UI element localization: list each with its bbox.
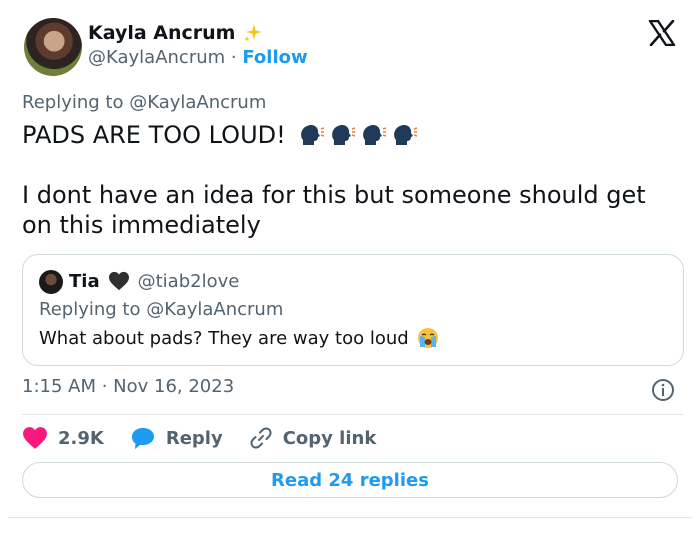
copy-link-label: Copy link bbox=[282, 427, 377, 449]
author-name[interactable]: Kayla Ancrum bbox=[88, 22, 235, 44]
tweet-card: Kayla Ancrum @KaylaAncrum · Follow Reply… bbox=[8, 0, 692, 518]
copy-link-button[interactable]: Copy link bbox=[249, 426, 377, 450]
quoted-tweet[interactable]: Tia @tiab2love Replying to @KaylaAncrum … bbox=[22, 254, 684, 366]
read-replies-button[interactable]: Read 24 replies bbox=[22, 462, 678, 498]
like-count: 2.9K bbox=[58, 427, 104, 449]
reply-button[interactable]: Reply bbox=[130, 426, 223, 450]
heart-icon bbox=[23, 427, 47, 449]
tweet-line-3: on this immediately bbox=[22, 211, 261, 239]
quote-text: What about pads? They are way too loud bbox=[39, 327, 409, 349]
quote-name-row: Tia @tiab2love bbox=[69, 267, 239, 295]
replying-to: Replying to @KaylaAncrum bbox=[22, 92, 266, 113]
reply-label: Reply bbox=[165, 427, 223, 449]
quote-replying-prefix: Replying to bbox=[39, 299, 147, 320]
quote-avatar[interactable] bbox=[39, 270, 63, 294]
like-button[interactable]: 2.9K bbox=[22, 426, 104, 450]
x-logo-icon[interactable] bbox=[648, 20, 676, 46]
replying-mention-link[interactable]: @KaylaAncrum bbox=[129, 92, 266, 113]
quote-author-name[interactable]: Tia bbox=[69, 271, 100, 292]
replying-prefix: Replying to bbox=[22, 92, 130, 113]
loudly-crying-face-icon bbox=[417, 328, 438, 348]
quote-replying-to: Replying to @KaylaAncrum bbox=[39, 299, 283, 320]
quote-replying-mention[interactable]: @KaylaAncrum bbox=[146, 299, 283, 320]
speaking-head-icon bbox=[300, 124, 324, 145]
avatar[interactable] bbox=[24, 18, 82, 76]
tweet-line-1-text: PADS ARE TOO LOUD! bbox=[22, 121, 286, 149]
sparkle-icon bbox=[244, 24, 263, 42]
quote-author-handle[interactable]: @tiab2love bbox=[138, 271, 240, 292]
black-heart-icon bbox=[108, 271, 129, 291]
handle-separator: · bbox=[225, 47, 243, 68]
quote-text-row: What about pads? They are way too loud bbox=[39, 327, 439, 349]
tweet-line-2: I dont have an idea for this but someone… bbox=[22, 181, 646, 209]
action-bar: 2.9K Reply Copy link bbox=[22, 424, 402, 452]
divider bbox=[22, 414, 684, 415]
tweet-text: PADS ARE TOO LOUD! I dont have an idea f… bbox=[22, 120, 672, 240]
follow-button[interactable]: Follow bbox=[242, 47, 307, 68]
tweet-line-1: PADS ARE TOO LOUD! bbox=[22, 120, 672, 150]
link-icon bbox=[250, 427, 272, 449]
speaking-head-icon bbox=[362, 124, 386, 145]
speaking-head-icon bbox=[331, 124, 355, 145]
tweet-timestamp[interactable]: 1:15 AM · Nov 16, 2023 bbox=[22, 376, 234, 397]
author-name-row: Kayla Ancrum bbox=[88, 20, 263, 46]
speaking-head-icon bbox=[393, 124, 417, 145]
author-handle-row: @KaylaAncrum · Follow bbox=[88, 47, 308, 68]
author-handle[interactable]: @KaylaAncrum bbox=[88, 47, 225, 68]
reply-bubble-icon bbox=[131, 428, 154, 449]
info-icon[interactable] bbox=[651, 378, 675, 402]
